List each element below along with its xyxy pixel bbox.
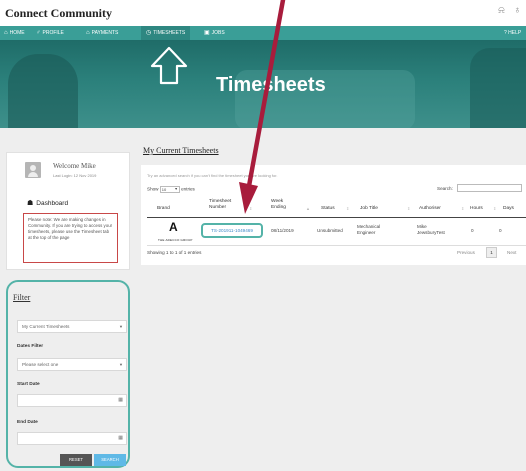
brand-name: THE ADECCO GROUP xyxy=(158,238,193,242)
start-date-label: Start Date xyxy=(17,382,40,387)
welcome-panel: Welcome Mike Last Login: 12 Nov 2019 ☗ Da… xyxy=(6,152,130,270)
reset-button[interactable]: RESET xyxy=(60,454,92,466)
days-cell: 0 xyxy=(499,228,502,233)
nav-jobs-label: JOBS xyxy=(211,30,225,36)
col-week-ending[interactable]: Week Ending xyxy=(271,199,297,211)
nav-timesheets-label: TIMESHEETS xyxy=(153,30,186,36)
entries-info: Showing 1 to 1 of 1 entries xyxy=(147,250,202,255)
sort-icon[interactable]: ⇕ xyxy=(461,206,464,211)
nav-jobs[interactable]: ▣ JOBS xyxy=(204,26,225,40)
user-icon: ♂ xyxy=(36,30,41,36)
last-login: Last Login: 12 Nov 2019 xyxy=(53,173,97,178)
row-divider xyxy=(147,245,526,246)
pager-current-page[interactable]: 1 xyxy=(486,247,497,258)
brand-logo: A xyxy=(169,220,178,234)
calendar-icon[interactable]: ▦ xyxy=(118,395,123,406)
pager-next[interactable]: Next xyxy=(507,250,516,255)
page-title: Timesheets xyxy=(216,74,326,96)
up-arrow-icon xyxy=(150,46,188,85)
sort-icon[interactable]: ⇕ xyxy=(407,206,410,211)
filter-heading: Filter xyxy=(13,293,31,302)
authoriser-cell: Mike JewsburyTest xyxy=(417,224,445,235)
dates-filter-value: Please select one xyxy=(22,362,59,367)
col-authoriser[interactable]: Authoriser xyxy=(419,206,441,212)
nav-profile[interactable]: ♂ PROFILE xyxy=(36,26,64,40)
col-job-title[interactable]: Job Title xyxy=(360,206,378,212)
hero-photo-shape xyxy=(8,54,78,128)
timesheets-panel: Try an advanced search if you can't find… xyxy=(141,165,526,265)
avatar xyxy=(25,162,41,178)
search-input[interactable] xyxy=(457,184,522,192)
dates-filter-select[interactable]: Please select one ▼ xyxy=(17,358,127,371)
bank-icon: ⌂ xyxy=(86,30,90,36)
filter-panel: Filter My Current Timesheets ▼ Dates Fil… xyxy=(6,280,130,468)
status-cell: Unsubmitted xyxy=(317,228,343,233)
col-brand[interactable]: Brand xyxy=(157,206,170,212)
col-hours[interactable]: Hours xyxy=(470,206,483,212)
briefcase-icon: ▣ xyxy=(204,30,210,36)
page-length-value: 10 xyxy=(161,187,167,192)
nav-home[interactable]: ⌂ HOME xyxy=(4,26,25,40)
search-button[interactable]: SEARCH xyxy=(94,454,126,466)
col-days[interactable]: Days xyxy=(503,206,514,212)
col-timesheet-number[interactable]: Timesheet Number xyxy=(209,199,243,211)
job-title-cell: Mechanical Engineer xyxy=(357,224,381,235)
hours-cell: 0 xyxy=(471,228,474,233)
page-length-select[interactable]: 10 ▼ xyxy=(159,186,180,193)
dashboard-link[interactable]: ☗ Dashboard xyxy=(27,199,68,207)
welcome-greeting: Welcome Mike xyxy=(53,162,96,170)
clock-icon: ◷ xyxy=(146,30,152,36)
chevron-down-icon: ▼ xyxy=(119,362,123,367)
show-label: Show xyxy=(147,186,159,192)
timesheet-type-value: My Current Timesheets xyxy=(22,324,70,329)
dates-filter-label: Dates Filter xyxy=(17,344,44,349)
dashboard-label: Dashboard xyxy=(36,200,69,207)
nav-help[interactable]: ? HELP xyxy=(504,26,521,40)
search-label: Search: xyxy=(437,186,453,191)
timesheet-type-select[interactable]: My Current Timesheets ▼ xyxy=(17,320,127,333)
start-date-input[interactable]: ▦ xyxy=(17,394,127,407)
timesheet-number-link[interactable]: TS-201911-1049469 xyxy=(201,223,263,238)
nav-profile-label: PROFILE xyxy=(42,30,64,36)
nav-timesheets[interactable]: ◷ TIMESHEETS xyxy=(141,26,191,40)
section-title: My Current Timesheets xyxy=(143,146,219,155)
header-divider xyxy=(147,217,526,218)
notice-box: Please note: We are making changes in Co… xyxy=(23,213,118,263)
nav-payments-label: PAYMENTS xyxy=(91,30,119,36)
advanced-search-hint[interactable]: Try an advanced search if you can't find… xyxy=(147,173,277,178)
page-length-control: Show 10 ▼ entries xyxy=(147,186,195,193)
hero-banner: Timesheets xyxy=(0,40,526,128)
notification-user-icons[interactable]: ⍾ ♁ xyxy=(498,5,524,16)
top-bar: Connect Community ⍾ ♁ xyxy=(0,0,526,26)
chevron-down-icon: ▼ xyxy=(174,187,178,191)
nav-home-label: HOME xyxy=(9,30,25,36)
pager-previous[interactable]: Previous xyxy=(457,250,475,255)
hero-photo-shape xyxy=(470,48,526,128)
sort-icon[interactable]: ▲ xyxy=(306,206,310,211)
app-title: Connect Community xyxy=(5,6,112,20)
main-nav: ⌂ HOME ♂ PROFILE ⌂ PAYMENTS ◷ TIMESHEETS ▣ JO… xyxy=(0,26,526,40)
week-ending-cell: 08/11/2019 xyxy=(271,228,294,233)
col-status[interactable]: Status xyxy=(321,206,335,212)
home-icon: ⌂ xyxy=(4,30,8,36)
end-date-input[interactable]: ▦ xyxy=(17,432,127,445)
entries-label: entries xyxy=(181,186,195,192)
chevron-down-icon: ▼ xyxy=(119,324,123,329)
sort-icon[interactable]: ⇕ xyxy=(493,206,496,211)
calendar-icon[interactable]: ▦ xyxy=(118,433,123,444)
nav-payments[interactable]: ⌂ PAYMENTS xyxy=(86,26,118,40)
sort-icon[interactable]: ⇕ xyxy=(249,206,252,211)
home-icon: ☗ xyxy=(27,200,34,207)
page: Connect Community ⍾ ♁ ⌂ HOME ♂ PROFILE ⌂ PA… xyxy=(0,0,526,471)
sort-icon[interactable]: ⇕ xyxy=(346,206,349,211)
end-date-label: End Date xyxy=(17,420,38,425)
